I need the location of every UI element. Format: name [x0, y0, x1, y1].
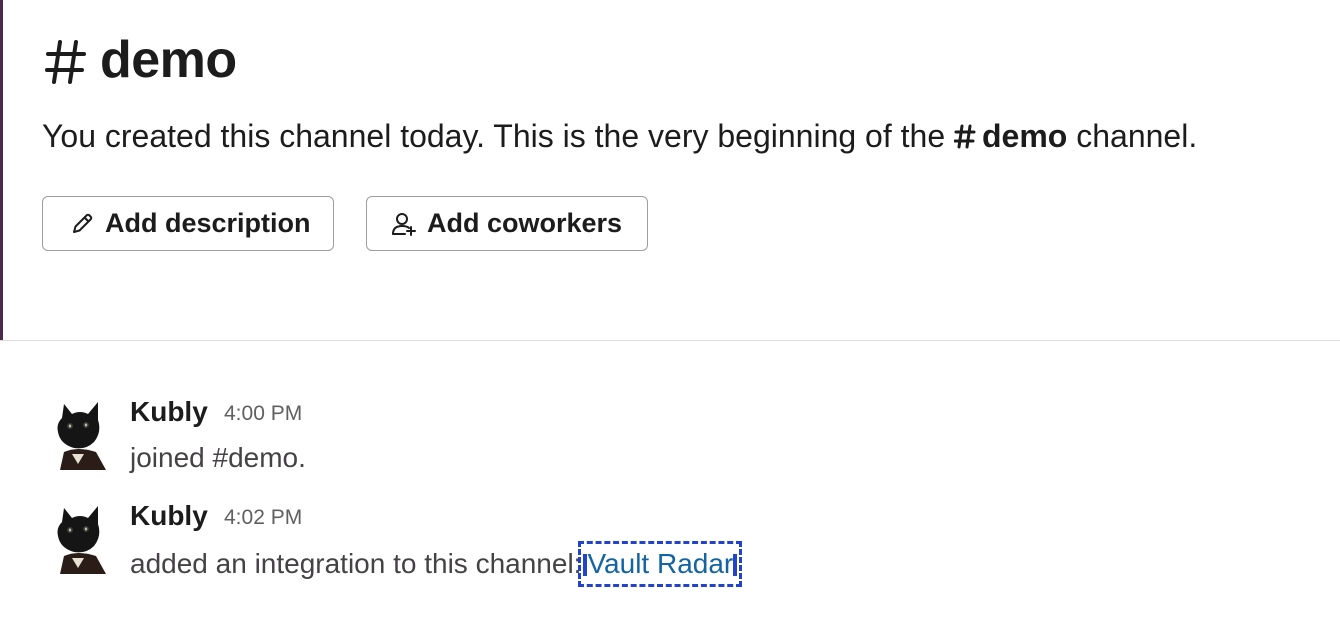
intro-channel-mention[interactable]: demo — [954, 118, 1076, 154]
channel-name: demo — [100, 31, 237, 89]
channel-title: demo — [44, 30, 237, 90]
hash-icon — [45, 40, 86, 84]
message-timestamp[interactable]: 4:00 PM — [224, 402, 302, 426]
add-coworkers-label: Add coworkers — [427, 208, 623, 238]
sidebar-edge — [0, 0, 3, 340]
message-body: added an integration to this channel: — [130, 548, 582, 579]
cat-avatar[interactable] — [50, 398, 106, 470]
message-text: joined #demo. — [130, 442, 306, 473]
hash-icon — [954, 124, 976, 149]
intro-channel-name: demo — [982, 118, 1068, 154]
highlight-marker — [583, 554, 588, 576]
channel-intro: You created this channel today. This is … — [42, 118, 1197, 155]
add-person-icon — [392, 212, 416, 236]
intro-suffix: channel. — [1076, 118, 1198, 154]
message-author[interactable]: Kubly — [130, 500, 208, 532]
add-description-label: Add description — [105, 208, 311, 238]
vault-radar-link[interactable]: Vault Radar — [587, 548, 733, 579]
intro-text: You created this channel today. This is … — [42, 118, 946, 154]
message-item: Kubly 4:02 PM added an integration to th… — [50, 500, 1310, 587]
message-text: added an integration to this channel: Vau… — [130, 541, 743, 587]
cat-avatar[interactable] — [50, 502, 106, 574]
pencil-icon — [73, 213, 93, 233]
highlight-marker — [733, 554, 738, 576]
add-coworkers-button[interactable]: Add coworkers — [366, 196, 648, 251]
add-description-button[interactable]: Add description — [42, 196, 334, 251]
section-divider — [0, 340, 1340, 341]
channel-page: demo You created this channel today. Thi… — [0, 0, 1340, 620]
message-item: Kubly 4:00 PM joined #demo. — [50, 396, 1310, 476]
message-author[interactable]: Kubly — [130, 396, 208, 428]
message-timestamp[interactable]: 4:02 PM — [224, 506, 302, 530]
integration-link-highlight: Vault Radar — [578, 541, 743, 587]
